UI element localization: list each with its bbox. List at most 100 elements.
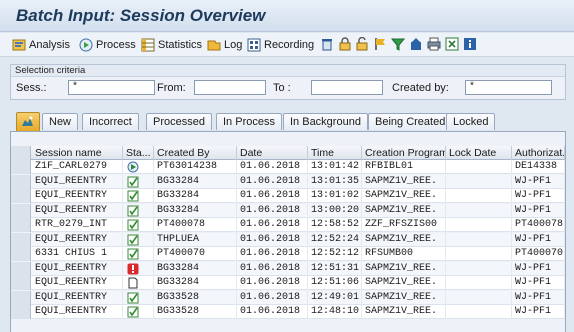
recording-button[interactable]: Recording xyxy=(247,36,314,54)
created-by-input[interactable]: * xyxy=(465,80,552,95)
to-input[interactable] xyxy=(311,80,383,95)
cell-status xyxy=(123,261,154,276)
col-authorization[interactable]: Authorizat. xyxy=(512,146,565,160)
row-select-handle[interactable] xyxy=(11,305,31,319)
cell-status xyxy=(123,247,154,261)
cell-date: 01.06.2018 xyxy=(237,174,308,189)
row-select-handle[interactable] xyxy=(11,276,31,290)
tab-processed[interactable]: Processed xyxy=(146,113,212,130)
table-row[interactable]: Z1F_CARL0279 PT63014238 01.06.2018 13:01:42… xyxy=(11,160,565,174)
table-row[interactable]: EQUI_REENTRY BG33284 01.06.2018 13:01:35 SAP… xyxy=(11,174,565,189)
tab-all[interactable] xyxy=(16,112,40,131)
spreadsheet-icon[interactable] xyxy=(445,37,459,51)
session-input[interactable]: * xyxy=(68,80,155,95)
cell-status xyxy=(123,203,154,218)
flag-icon[interactable] xyxy=(373,37,387,51)
delete-icon[interactable] xyxy=(320,37,334,51)
log-button[interactable]: Log xyxy=(207,36,242,54)
filter-icon[interactable] xyxy=(391,37,405,51)
status-processed-icon xyxy=(127,205,139,216)
cell-status xyxy=(123,218,154,232)
cell-created-by: BG33528 xyxy=(154,290,237,305)
row-select-handle[interactable] xyxy=(11,189,31,203)
row-select-handle[interactable] xyxy=(11,218,31,232)
cell-status xyxy=(123,290,154,305)
cell-date: 01.06.2018 xyxy=(237,218,308,232)
cell-lock-date xyxy=(446,247,512,261)
table-row[interactable]: EQUI_REENTRY BG33284 01.06.2018 13:01:02 SAP… xyxy=(11,189,565,203)
status-processed-icon xyxy=(127,292,139,303)
cell-date: 01.06.2018 xyxy=(237,290,308,305)
analysis-button[interactable]: Analysis xyxy=(12,36,70,54)
tab-new[interactable]: New xyxy=(42,113,79,130)
table-row[interactable]: RTR_0279_INT PT400078 01.06.2018 12:58:52 ZZ… xyxy=(11,218,565,232)
cell-time: 13:01:35 xyxy=(308,174,362,189)
row-select-handle[interactable] xyxy=(11,261,31,276)
table-header-row: Session name Sta... Created By Date Time… xyxy=(11,146,565,160)
col-status[interactable]: Sta... xyxy=(123,146,154,160)
cell-created-by: PT400078 xyxy=(154,218,237,232)
tab-in-process[interactable]: In Process xyxy=(216,113,282,130)
cell-session-name: EQUI_REENTRY xyxy=(32,232,123,247)
cell-date: 01.06.2018 xyxy=(237,305,308,319)
table-row[interactable]: EQUI_REENTRY BG33284 01.06.2018 13:00:20 SAP… xyxy=(11,203,565,218)
cell-lock-date xyxy=(446,276,512,290)
analysis-icon xyxy=(12,39,26,51)
cell-authorization: PT400070 xyxy=(512,247,565,261)
cell-lock-date xyxy=(446,290,512,305)
col-created-by[interactable]: Created By xyxy=(154,146,237,160)
cell-created-by: THPLUEA xyxy=(154,232,237,247)
cell-created-by: BG33284 xyxy=(154,203,237,218)
col-time[interactable]: Time xyxy=(308,146,362,160)
col-date[interactable]: Date xyxy=(237,146,308,160)
status-processed-icon xyxy=(127,306,139,318)
row-select-handle[interactable] xyxy=(11,290,31,305)
col-creation-program[interactable]: Creation Program xyxy=(362,146,446,160)
tab-locked[interactable]: Locked xyxy=(446,113,496,130)
table-row[interactable]: EQUI_REENTRY BG33284 01.06.2018 12:51:06 SAP… xyxy=(11,276,565,290)
tab-incorrect[interactable]: Incorrect xyxy=(82,113,139,130)
process-button[interactable]: Process xyxy=(79,36,136,54)
cell-authorization: WJ-PF1 xyxy=(512,174,565,189)
statistics-button[interactable]: Statistics xyxy=(141,36,202,54)
cell-created-by: BG33284 xyxy=(154,276,237,290)
col-session-name[interactable]: Session name xyxy=(32,146,123,160)
cell-created-by: BG33284 xyxy=(154,189,237,203)
cell-authorization: WJ-PF1 xyxy=(512,189,565,203)
tab-in-background[interactable]: In Background xyxy=(283,113,368,130)
row-select-handle[interactable] xyxy=(11,203,31,218)
select-all-handle[interactable] xyxy=(11,146,31,160)
title-bar: Batch Input: Session Overview xyxy=(0,0,574,32)
cell-created-by: BG33284 xyxy=(154,261,237,276)
table-row[interactable]: EQUI_REENTRY BG33284 01.06.2018 12:51:31 SAP… xyxy=(11,261,565,276)
export-icon[interactable] xyxy=(409,37,423,51)
table-row[interactable]: 6331 CHIUS 1 PT400070 01.06.2018 12:52:12 RF… xyxy=(11,247,565,261)
cell-status xyxy=(123,174,154,189)
cell-session-name: EQUI_REENTRY xyxy=(32,174,123,189)
tab-being-created[interactable]: Being Created xyxy=(368,113,453,130)
cell-session-name: EQUI_REENTRY xyxy=(32,189,123,203)
cell-creation-program: RFSUMB00 xyxy=(362,247,446,261)
status-new-icon xyxy=(128,277,138,289)
cell-creation-program: ZZF_RFSZIS00 xyxy=(362,218,446,232)
unlock-icon[interactable] xyxy=(355,37,369,51)
cell-date: 01.06.2018 xyxy=(237,189,308,203)
row-select-handle[interactable] xyxy=(11,247,31,261)
cell-date: 01.06.2018 xyxy=(237,232,308,247)
row-select-handle[interactable] xyxy=(11,160,31,174)
row-select-handle[interactable] xyxy=(11,174,31,189)
lock-icon[interactable] xyxy=(338,37,352,51)
info-icon[interactable] xyxy=(463,37,477,51)
cell-status xyxy=(123,276,154,290)
row-select-handle[interactable] xyxy=(11,232,31,247)
print-icon[interactable] xyxy=(427,37,441,51)
table-row[interactable]: EQUI_REENTRY THPLUEA 01.06.2018 12:52:24 SAP… xyxy=(11,232,565,247)
recording-label: Recording xyxy=(264,39,315,51)
from-input[interactable] xyxy=(194,80,266,95)
col-lock-date[interactable]: Lock Date xyxy=(446,146,512,160)
analysis-label: Analysis xyxy=(29,39,70,51)
table-row[interactable]: EQUI_REENTRY BG33528 01.06.2018 12:48:10 SAP… xyxy=(11,305,565,319)
cell-creation-program: SAPMZ1V_REE. xyxy=(362,174,446,189)
cell-date: 01.06.2018 xyxy=(237,261,308,276)
table-row[interactable]: EQUI_REENTRY BG33528 01.06.2018 12:49:01 SAP… xyxy=(11,290,565,305)
